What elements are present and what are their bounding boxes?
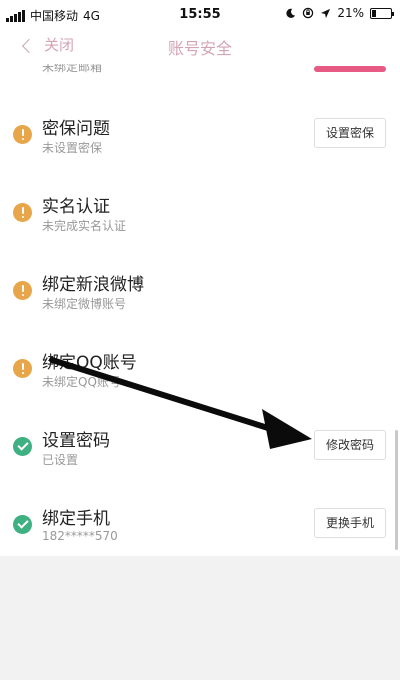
bind-email-button[interactable] (314, 66, 386, 72)
list-item-security-question[interactable]: 密保问题 未设置密保 设置密保 (0, 99, 400, 177)
warning-icon (13, 203, 32, 222)
list-item-email-partial: 未绑定邮箱 (0, 64, 400, 84)
item-title: 密保问题 (42, 119, 110, 139)
item-title: 绑定新浪微博 (42, 275, 144, 295)
warning-icon (13, 281, 32, 300)
list-item-qq[interactable]: 绑定QQ账号 未绑定QQ账号 (0, 333, 400, 411)
item-status: 未绑定QQ账号 (42, 375, 121, 389)
lock-rotation-icon (303, 7, 314, 19)
item-title: 实名认证 (42, 197, 110, 217)
item-title: 设置密码 (42, 431, 110, 451)
list-item-real-name[interactable]: 实名认证 未完成实名认证 (0, 177, 400, 255)
battery-icon (370, 7, 394, 19)
item-status: 未绑定微博账号 (42, 297, 127, 311)
location-icon (321, 8, 331, 18)
security-list: 未绑定邮箱 密保问题 未设置密保 设置密保 实名认证 未完成实名认证 绑定新浪微… (0, 64, 400, 556)
scrollbar[interactable] (395, 430, 398, 550)
change-password-button[interactable]: 修改密码 (314, 430, 386, 460)
check-icon (13, 437, 32, 456)
item-title: 绑定手机 (42, 509, 110, 529)
empty-area (0, 556, 400, 680)
page-title: 账号安全 (167, 39, 232, 58)
check-icon (13, 515, 32, 534)
battery-fill (372, 9, 376, 17)
nav-bar: 关闭 账号安全 (0, 28, 400, 64)
item-status: 182*****570 (42, 529, 118, 543)
moon-icon (286, 8, 296, 18)
set-security-question-button[interactable]: 设置密保 (314, 118, 386, 148)
item-title: 绑定QQ账号 (42, 353, 137, 373)
change-phone-button[interactable]: 更换手机 (314, 508, 386, 538)
item-status: 已设置 (42, 453, 79, 467)
battery-percent: 21% (337, 6, 364, 20)
email-status: 未绑定邮箱 (42, 64, 103, 74)
status-right: 21% (285, 6, 394, 20)
phone-screen: 中国移动 4G 15:55 21% 关闭 账号安全 未绑定邮箱 密保问题 未设置… (0, 0, 400, 680)
list-item-weibo[interactable]: 绑定新浪微博 未绑定微博账号 (0, 255, 400, 333)
warning-icon (13, 125, 32, 144)
warning-icon (13, 359, 32, 378)
status-bar: 中国移动 4G 15:55 21% (0, 0, 400, 28)
item-status: 未完成实名认证 (42, 219, 127, 233)
list-item-password[interactable]: 设置密码 已设置 修改密码 (0, 411, 400, 489)
item-status: 未设置密保 (42, 141, 103, 155)
